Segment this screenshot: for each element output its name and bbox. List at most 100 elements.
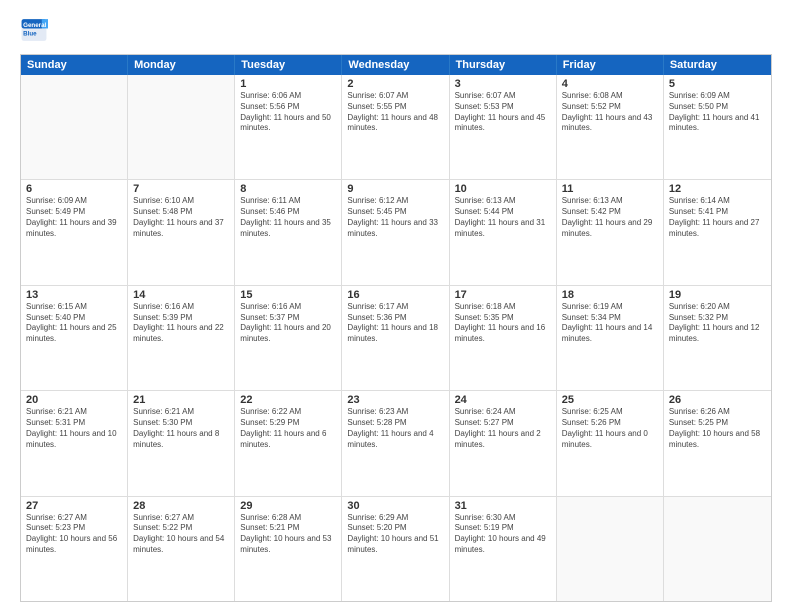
day-info: Sunrise: 6:23 AM Sunset: 5:28 PM Dayligh… bbox=[347, 407, 443, 450]
day-number: 28 bbox=[133, 500, 229, 512]
calendar-cell-2-1: 14Sunrise: 6:16 AM Sunset: 5:39 PM Dayli… bbox=[128, 286, 235, 390]
calendar-cell-0-6: 5Sunrise: 6:09 AM Sunset: 5:50 PM Daylig… bbox=[664, 75, 771, 179]
day-number: 31 bbox=[455, 500, 551, 512]
calendar-cell-4-5 bbox=[557, 497, 664, 601]
day-number: 12 bbox=[669, 183, 766, 195]
header-day-saturday: Saturday bbox=[664, 55, 771, 75]
day-number: 27 bbox=[26, 500, 122, 512]
day-number: 24 bbox=[455, 394, 551, 406]
calendar: SundayMondayTuesdayWednesdayThursdayFrid… bbox=[20, 54, 772, 602]
day-info: Sunrise: 6:06 AM Sunset: 5:56 PM Dayligh… bbox=[240, 91, 336, 134]
header-day-sunday: Sunday bbox=[21, 55, 128, 75]
day-number: 6 bbox=[26, 183, 122, 195]
calendar-cell-3-2: 22Sunrise: 6:22 AM Sunset: 5:29 PM Dayli… bbox=[235, 391, 342, 495]
header-day-friday: Friday bbox=[557, 55, 664, 75]
day-info: Sunrise: 6:24 AM Sunset: 5:27 PM Dayligh… bbox=[455, 407, 551, 450]
calendar-cell-0-1 bbox=[128, 75, 235, 179]
calendar-cell-2-2: 15Sunrise: 6:16 AM Sunset: 5:37 PM Dayli… bbox=[235, 286, 342, 390]
calendar-cell-1-2: 8Sunrise: 6:11 AM Sunset: 5:46 PM Daylig… bbox=[235, 180, 342, 284]
day-number: 20 bbox=[26, 394, 122, 406]
day-info: Sunrise: 6:10 AM Sunset: 5:48 PM Dayligh… bbox=[133, 196, 229, 239]
calendar-cell-2-6: 19Sunrise: 6:20 AM Sunset: 5:32 PM Dayli… bbox=[664, 286, 771, 390]
svg-text:General: General bbox=[23, 22, 46, 29]
day-info: Sunrise: 6:19 AM Sunset: 5:34 PM Dayligh… bbox=[562, 302, 658, 345]
day-info: Sunrise: 6:30 AM Sunset: 5:19 PM Dayligh… bbox=[455, 513, 551, 556]
day-number: 18 bbox=[562, 289, 658, 301]
day-number: 22 bbox=[240, 394, 336, 406]
day-info: Sunrise: 6:28 AM Sunset: 5:21 PM Dayligh… bbox=[240, 513, 336, 556]
day-info: Sunrise: 6:21 AM Sunset: 5:30 PM Dayligh… bbox=[133, 407, 229, 450]
day-info: Sunrise: 6:14 AM Sunset: 5:41 PM Dayligh… bbox=[669, 196, 766, 239]
calendar-cell-0-5: 4Sunrise: 6:08 AM Sunset: 5:52 PM Daylig… bbox=[557, 75, 664, 179]
logo: General Blue bbox=[20, 16, 48, 44]
day-number: 26 bbox=[669, 394, 766, 406]
day-number: 10 bbox=[455, 183, 551, 195]
calendar-cell-1-0: 6Sunrise: 6:09 AM Sunset: 5:49 PM Daylig… bbox=[21, 180, 128, 284]
day-number: 16 bbox=[347, 289, 443, 301]
day-info: Sunrise: 6:18 AM Sunset: 5:35 PM Dayligh… bbox=[455, 302, 551, 345]
day-info: Sunrise: 6:17 AM Sunset: 5:36 PM Dayligh… bbox=[347, 302, 443, 345]
day-info: Sunrise: 6:15 AM Sunset: 5:40 PM Dayligh… bbox=[26, 302, 122, 345]
header-day-thursday: Thursday bbox=[450, 55, 557, 75]
calendar-cell-4-1: 28Sunrise: 6:27 AM Sunset: 5:22 PM Dayli… bbox=[128, 497, 235, 601]
day-number: 25 bbox=[562, 394, 658, 406]
day-number: 2 bbox=[347, 78, 443, 90]
calendar-cell-4-4: 31Sunrise: 6:30 AM Sunset: 5:19 PM Dayli… bbox=[450, 497, 557, 601]
calendar-cell-3-6: 26Sunrise: 6:26 AM Sunset: 5:25 PM Dayli… bbox=[664, 391, 771, 495]
day-number: 14 bbox=[133, 289, 229, 301]
day-info: Sunrise: 6:09 AM Sunset: 5:49 PM Dayligh… bbox=[26, 196, 122, 239]
day-info: Sunrise: 6:12 AM Sunset: 5:45 PM Dayligh… bbox=[347, 196, 443, 239]
calendar-row-1: 6Sunrise: 6:09 AM Sunset: 5:49 PM Daylig… bbox=[21, 180, 771, 285]
day-number: 17 bbox=[455, 289, 551, 301]
day-info: Sunrise: 6:27 AM Sunset: 5:23 PM Dayligh… bbox=[26, 513, 122, 556]
header-day-tuesday: Tuesday bbox=[235, 55, 342, 75]
calendar-cell-4-6 bbox=[664, 497, 771, 601]
calendar-row-0: 1Sunrise: 6:06 AM Sunset: 5:56 PM Daylig… bbox=[21, 75, 771, 180]
calendar-cell-1-4: 10Sunrise: 6:13 AM Sunset: 5:44 PM Dayli… bbox=[450, 180, 557, 284]
calendar-cell-4-3: 30Sunrise: 6:29 AM Sunset: 5:20 PM Dayli… bbox=[342, 497, 449, 601]
calendar-cell-2-0: 13Sunrise: 6:15 AM Sunset: 5:40 PM Dayli… bbox=[21, 286, 128, 390]
day-number: 29 bbox=[240, 500, 336, 512]
day-info: Sunrise: 6:09 AM Sunset: 5:50 PM Dayligh… bbox=[669, 91, 766, 134]
day-info: Sunrise: 6:16 AM Sunset: 5:37 PM Dayligh… bbox=[240, 302, 336, 345]
header-day-wednesday: Wednesday bbox=[342, 55, 449, 75]
calendar-cell-3-5: 25Sunrise: 6:25 AM Sunset: 5:26 PM Dayli… bbox=[557, 391, 664, 495]
day-number: 13 bbox=[26, 289, 122, 301]
calendar-cell-4-2: 29Sunrise: 6:28 AM Sunset: 5:21 PM Dayli… bbox=[235, 497, 342, 601]
calendar-cell-3-0: 20Sunrise: 6:21 AM Sunset: 5:31 PM Dayli… bbox=[21, 391, 128, 495]
day-info: Sunrise: 6:13 AM Sunset: 5:44 PM Dayligh… bbox=[455, 196, 551, 239]
day-info: Sunrise: 6:29 AM Sunset: 5:20 PM Dayligh… bbox=[347, 513, 443, 556]
header-day-monday: Monday bbox=[128, 55, 235, 75]
day-info: Sunrise: 6:26 AM Sunset: 5:25 PM Dayligh… bbox=[669, 407, 766, 450]
day-info: Sunrise: 6:11 AM Sunset: 5:46 PM Dayligh… bbox=[240, 196, 336, 239]
svg-text:Blue: Blue bbox=[23, 30, 37, 37]
day-number: 5 bbox=[669, 78, 766, 90]
day-info: Sunrise: 6:16 AM Sunset: 5:39 PM Dayligh… bbox=[133, 302, 229, 345]
day-number: 11 bbox=[562, 183, 658, 195]
day-number: 1 bbox=[240, 78, 336, 90]
calendar-cell-0-0 bbox=[21, 75, 128, 179]
day-info: Sunrise: 6:20 AM Sunset: 5:32 PM Dayligh… bbox=[669, 302, 766, 345]
day-number: 7 bbox=[133, 183, 229, 195]
day-number: 15 bbox=[240, 289, 336, 301]
calendar-cell-1-1: 7Sunrise: 6:10 AM Sunset: 5:48 PM Daylig… bbox=[128, 180, 235, 284]
calendar-cell-3-1: 21Sunrise: 6:21 AM Sunset: 5:30 PM Dayli… bbox=[128, 391, 235, 495]
calendar-cell-2-4: 17Sunrise: 6:18 AM Sunset: 5:35 PM Dayli… bbox=[450, 286, 557, 390]
calendar-header-row: SundayMondayTuesdayWednesdayThursdayFrid… bbox=[21, 55, 771, 75]
calendar-cell-3-4: 24Sunrise: 6:24 AM Sunset: 5:27 PM Dayli… bbox=[450, 391, 557, 495]
day-info: Sunrise: 6:07 AM Sunset: 5:53 PM Dayligh… bbox=[455, 91, 551, 134]
day-info: Sunrise: 6:21 AM Sunset: 5:31 PM Dayligh… bbox=[26, 407, 122, 450]
day-number: 4 bbox=[562, 78, 658, 90]
calendar-cell-2-3: 16Sunrise: 6:17 AM Sunset: 5:36 PM Dayli… bbox=[342, 286, 449, 390]
day-info: Sunrise: 6:08 AM Sunset: 5:52 PM Dayligh… bbox=[562, 91, 658, 134]
day-number: 23 bbox=[347, 394, 443, 406]
day-number: 3 bbox=[455, 78, 551, 90]
calendar-cell-2-5: 18Sunrise: 6:19 AM Sunset: 5:34 PM Dayli… bbox=[557, 286, 664, 390]
calendar-row-3: 20Sunrise: 6:21 AM Sunset: 5:31 PM Dayli… bbox=[21, 391, 771, 496]
calendar-cell-3-3: 23Sunrise: 6:23 AM Sunset: 5:28 PM Dayli… bbox=[342, 391, 449, 495]
calendar-cell-0-2: 1Sunrise: 6:06 AM Sunset: 5:56 PM Daylig… bbox=[235, 75, 342, 179]
day-info: Sunrise: 6:13 AM Sunset: 5:42 PM Dayligh… bbox=[562, 196, 658, 239]
page-header: General Blue bbox=[20, 16, 772, 44]
calendar-cell-0-3: 2Sunrise: 6:07 AM Sunset: 5:55 PM Daylig… bbox=[342, 75, 449, 179]
day-number: 19 bbox=[669, 289, 766, 301]
